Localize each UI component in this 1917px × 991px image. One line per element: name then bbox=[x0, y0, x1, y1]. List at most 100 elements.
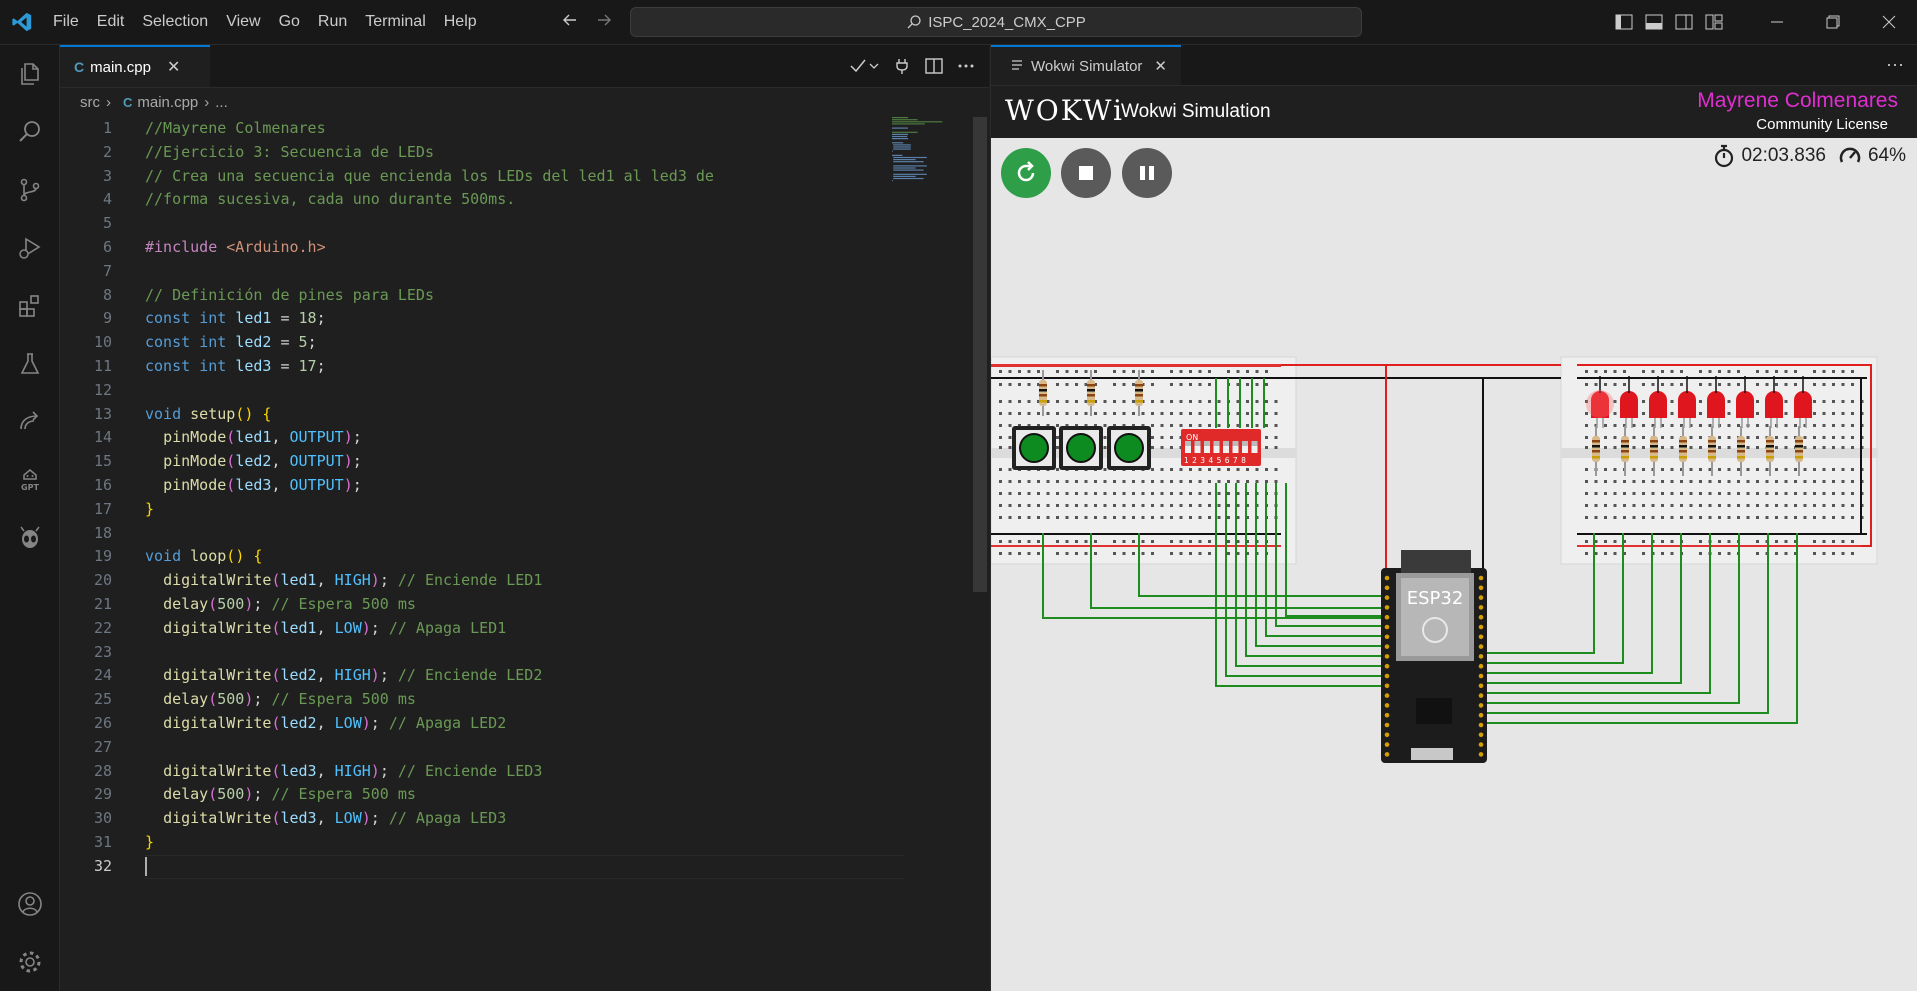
code-line[interactable]: 3 // Crea una secuencia que encienda los … bbox=[60, 165, 989, 189]
code-line[interactable]: 22 digitalWrite(led1, LOW); // Apaga LED… bbox=[60, 617, 989, 641]
run-debug-icon[interactable] bbox=[0, 219, 59, 277]
license-type: Community License bbox=[1756, 116, 1888, 133]
gpt-icon[interactable]: GPT bbox=[0, 451, 59, 509]
code-line[interactable]: 17} bbox=[60, 498, 989, 522]
breadcrumb-more[interactable]: ... bbox=[215, 94, 228, 111]
code-line[interactable]: 2 //Ejercicio 3: Secuencia de LEDs bbox=[60, 141, 989, 165]
chevron-right-icon: › bbox=[106, 93, 111, 111]
toggle-primary-sidebar-icon[interactable] bbox=[1609, 0, 1639, 44]
menu-file[interactable]: File bbox=[44, 0, 88, 44]
code-line[interactable]: 11 const int led3 = 17; bbox=[60, 355, 989, 379]
menu-help[interactable]: Help bbox=[435, 0, 486, 44]
code-line[interactable]: 13 void setup() { bbox=[60, 403, 989, 427]
toggle-secondary-sidebar-icon[interactable] bbox=[1669, 0, 1699, 44]
code-text: //Mayrene Colmenares bbox=[145, 119, 326, 137]
code-line[interactable]: 19 void loop() { bbox=[60, 545, 989, 569]
code-text: const int led2 = 5; bbox=[145, 333, 317, 352]
menu-selection[interactable]: Selection bbox=[133, 0, 217, 44]
more-actions-icon[interactable]: ··· bbox=[1886, 54, 1904, 75]
menu-run[interactable]: Run bbox=[309, 0, 356, 44]
breadcrumb-file[interactable]: main.cpp bbox=[137, 94, 198, 111]
menu-bar: File Edit Selection View Go Run Terminal… bbox=[44, 0, 486, 44]
code-line[interactable]: 24 digitalWrite(led2, HIGH); // Enciende… bbox=[60, 664, 989, 688]
code-line[interactable]: 18 bbox=[60, 522, 989, 546]
customize-layout-icon[interactable] bbox=[1699, 0, 1729, 44]
breadcrumb-folder[interactable]: src bbox=[80, 94, 100, 111]
code-text: const int led1 = 18; bbox=[145, 309, 326, 328]
menu-view[interactable]: View bbox=[217, 0, 269, 44]
close-tab-icon[interactable]: ✕ bbox=[1154, 57, 1167, 75]
code-line[interactable]: 30 digitalWrite(led3, LOW); // Apaga LED… bbox=[60, 807, 989, 831]
testing-flask-icon[interactable] bbox=[0, 335, 59, 393]
more-actions-icon[interactable] bbox=[957, 57, 975, 75]
cpp-file-icon: C bbox=[123, 94, 133, 110]
code-line[interactable]: 16 pinMode(led3, OUTPUT); bbox=[60, 474, 989, 498]
plug-icon[interactable] bbox=[893, 57, 911, 75]
code-line[interactable]: 32 bbox=[60, 854, 989, 879]
code-line[interactable]: 23 bbox=[60, 641, 989, 665]
search-icon[interactable] bbox=[0, 103, 59, 161]
back-arrow-icon[interactable] bbox=[560, 10, 580, 30]
menu-terminal[interactable]: Terminal bbox=[356, 0, 434, 44]
restore-icon[interactable] bbox=[1805, 0, 1861, 44]
remote-explorer-icon[interactable] bbox=[0, 393, 59, 451]
code-line[interactable]: 6 #include <Arduino.h> bbox=[60, 236, 989, 260]
alien-extension-icon[interactable] bbox=[0, 509, 59, 567]
chevron-right-icon: › bbox=[204, 93, 210, 111]
command-center-search[interactable]: ISPC_2024_CMX_CPP bbox=[630, 7, 1362, 37]
code-line[interactable]: 10 const int led2 = 5; bbox=[60, 331, 989, 355]
tab-label: main.cpp bbox=[90, 58, 151, 76]
extensions-icon[interactable] bbox=[0, 277, 59, 335]
code-line[interactable]: 27 bbox=[60, 736, 989, 760]
close-window-icon[interactable] bbox=[1861, 0, 1917, 44]
dip-switch: ON 1 2 3 4 5 6 7 8 bbox=[1181, 429, 1261, 466]
menu-edit[interactable]: Edit bbox=[88, 0, 134, 44]
minimize-icon[interactable] bbox=[1749, 0, 1805, 44]
toggle-panel-icon[interactable] bbox=[1639, 0, 1669, 44]
code-text: pinMode(led2, OUTPUT); bbox=[163, 452, 362, 471]
forward-arrow-icon[interactable] bbox=[594, 10, 614, 30]
code-line[interactable]: 28 digitalWrite(led3, HIGH); // Enciende… bbox=[60, 760, 989, 784]
chevron-down-icon[interactable] bbox=[869, 57, 879, 75]
code-line[interactable]: 15 pinMode(led2, OUTPUT); bbox=[60, 450, 989, 474]
line-number: 24 bbox=[93, 666, 112, 685]
code-line[interactable]: 7 bbox=[60, 260, 989, 284]
simulation-canvas[interactable]: 02:03.836 64% ON 1 2 3 4 5 6 7 8 ESP32 bbox=[991, 138, 1917, 991]
split-editor-icon[interactable] bbox=[925, 57, 943, 75]
tab-main-cpp[interactable]: C main.cpp ✕ bbox=[60, 45, 210, 87]
check-icon[interactable] bbox=[849, 57, 867, 75]
source-control-icon[interactable] bbox=[0, 161, 59, 219]
editor-scrollbar[interactable] bbox=[973, 117, 987, 592]
code-line[interactable]: 5 bbox=[60, 212, 989, 236]
title-right-controls bbox=[1609, 0, 1917, 44]
code-line[interactable]: 21 delay(500); // Espera 500 ms bbox=[60, 593, 989, 617]
dip-numbers: 1 2 3 4 5 6 7 8 bbox=[1184, 456, 1246, 465]
minimap[interactable] bbox=[892, 117, 954, 187]
line-number: 25 bbox=[93, 690, 112, 709]
tab-wokwi-simulator[interactable]: Wokwi Simulator ✕ bbox=[991, 45, 1181, 85]
code-text: digitalWrite(led1, LOW); // Apaga LED1 bbox=[163, 618, 507, 637]
code-line[interactable]: 12 bbox=[60, 379, 989, 403]
code-line[interactable]: 9 const int led1 = 18; bbox=[60, 307, 989, 331]
esp32-board: ESP32 bbox=[1381, 550, 1487, 763]
code-editor[interactable]: 1 //Mayrene Colmenares 2 //Ejercicio 3: Sec… bbox=[60, 117, 989, 879]
code-line[interactable]: 1 //Mayrene Colmenares bbox=[60, 117, 989, 141]
menu-go[interactable]: Go bbox=[270, 0, 309, 44]
code-line[interactable]: 20 digitalWrite(led1, HIGH); // Enciende… bbox=[60, 569, 989, 593]
settings-gear-icon[interactable] bbox=[0, 933, 59, 991]
wokwi-header: WOKWi Wokwi Simulation Mayrene Colmenare… bbox=[991, 86, 1917, 138]
code-line[interactable]: 29 delay(500); // Espera 500 ms bbox=[60, 783, 989, 807]
code-line[interactable]: 4 //forma sucesiva, cada uno durante 500m… bbox=[60, 188, 989, 212]
code-line[interactable]: 31} bbox=[60, 831, 989, 855]
activity-bar: GPT bbox=[0, 45, 60, 991]
accounts-icon[interactable] bbox=[0, 875, 59, 933]
current-line-highlight bbox=[145, 854, 905, 879]
code-text: const int led3 = 17; bbox=[145, 356, 326, 375]
code-line[interactable]: 8 // Definición de pines para LEDs bbox=[60, 284, 989, 308]
code-line[interactable]: 25 delay(500); // Espera 500 ms bbox=[60, 688, 989, 712]
code-line[interactable]: 26 digitalWrite(led2, LOW); // Apaga LED… bbox=[60, 712, 989, 736]
explorer-icon[interactable] bbox=[0, 45, 59, 103]
code-text: digitalWrite(led2, HIGH); // Enciende LE… bbox=[163, 666, 543, 685]
close-tab-icon[interactable]: ✕ bbox=[167, 57, 180, 77]
code-line[interactable]: 14 pinMode(led1, OUTPUT); bbox=[60, 426, 989, 450]
